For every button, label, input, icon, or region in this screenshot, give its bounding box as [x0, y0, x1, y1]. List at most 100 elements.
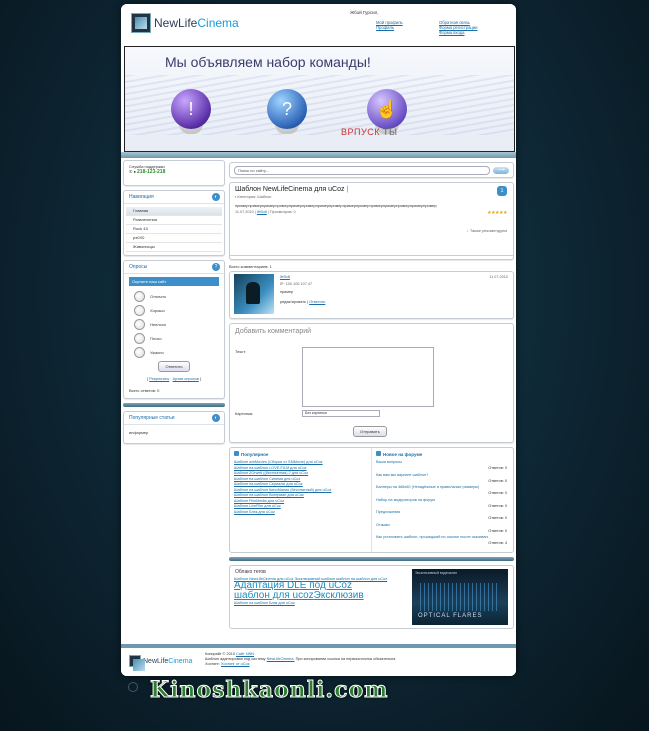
poll-box: Опросы? Оцените наш сайт Отлично Хорошо … — [123, 260, 225, 399]
poll-option[interactable]: Плохо — [124, 331, 224, 345]
search-input[interactable]: Поиск по сайту... — [234, 165, 491, 175]
search-arrow-icon[interactable]: ⟶ — [493, 166, 509, 174]
page-container: NewLifeCinema Жбой Гурсил, Мой профиль П… — [121, 4, 516, 676]
entry-author-link[interactable]: Жбой — [257, 210, 267, 214]
image-label: Картинка: — [235, 411, 254, 416]
watermark-text: Kinoshkaonli.com — [149, 677, 389, 704]
star-icon — [234, 451, 239, 456]
comment-reply-link[interactable]: Ответить — [309, 300, 325, 304]
submit-comment-button[interactable]: Отправить — [353, 426, 387, 437]
footer-logo[interactable]: NewLifeCinema — [129, 655, 192, 671]
support-box: Служба поддержки ✆ ● 218-123-218 — [123, 160, 225, 186]
tag-cloud-box: Облако тегов Шаблон NewLifeCinema для uC… — [229, 565, 514, 629]
promo-caption: Эксклюзивный видеоклип — [415, 571, 458, 575]
poll-archive-link[interactable]: Архив опросов — [173, 377, 199, 381]
footer: NewLifeCinema Копирайт © 2010 Сайт NNN Ш… — [121, 644, 516, 676]
hosting-link[interactable]: Хостинг от uCoz — [221, 662, 250, 666]
image-select[interactable]: Без картинки — [302, 410, 380, 417]
popular-articles-text: информер — [129, 430, 149, 435]
header-links-col2: Обратная связь Форма регистрации Форма в… — [439, 20, 477, 35]
poll-option[interactable]: Неплохо — [124, 317, 224, 331]
poll-results-link[interactable]: Результаты — [149, 377, 169, 381]
tag-link[interactable]: Шаблон на шаблон Блэк для uCoz — [234, 601, 412, 605]
popular-block: Популярное Шаблон winMovies (Сборка от S… — [230, 448, 372, 552]
login-link[interactable]: Форма входа — [439, 30, 477, 35]
entry-box: Шаблон NewLifeCinema для uCoz | ▪ Катего… — [229, 182, 514, 260]
forum-title: Новое на форуме — [376, 451, 509, 457]
avatar — [234, 274, 274, 314]
comment-item: Жбой IP: 100.100.107.47 пример редактиро… — [229, 271, 514, 319]
promo-title: OPTICAL FLARES — [418, 613, 483, 619]
tag-cloud: Шаблон NewLifeCinema для uCoz Эксклюзивн… — [234, 577, 412, 605]
promo-graphic — [420, 583, 500, 611]
comment-date: 11.07.2010 — [489, 275, 508, 279]
film-logo-icon — [129, 655, 145, 671]
comments-count-badge[interactable]: 1 — [497, 186, 507, 196]
footer-text: Копирайт © 2010 Сайт NNN Шаблон адаптиро… — [205, 652, 396, 666]
popular-title: Популярное — [234, 451, 367, 457]
poll-title: Опросы? — [124, 261, 224, 274]
banner-figure-question: ? — [261, 79, 321, 145]
popular-articles-title: Популярные статьи ◐ — [124, 412, 224, 425]
header-links-col1: Мой профиль Профиль — [376, 20, 403, 30]
list-item[interactable]: Шаблон Блэк для uCoz — [234, 510, 367, 516]
radio-icon[interactable] — [134, 318, 145, 330]
question-ball-icon: ? — [267, 89, 307, 129]
menu-item-entertainment[interactable]: Развлечения — [126, 216, 222, 225]
radio-icon[interactable] — [134, 290, 145, 302]
logo-text: NewLifeCinema — [154, 16, 239, 30]
header: NewLifeCinema Жбой Гурсил, Мой профиль П… — [121, 4, 516, 44]
navigation-box: Навигация ◐ Главная Развлечения Rock 4X р… — [123, 190, 225, 256]
poll-links: [ Результаты · Архив опросов ] — [147, 377, 201, 381]
list-item: Как вам мы вариант шаблон? Ответов: 0 — [376, 472, 507, 483]
banner-subtitle: ВРПУСК ТЫ — [341, 127, 398, 137]
copyright-link[interactable]: Сайт NNN — [236, 652, 254, 656]
list-item: Отзывы Ответов: 0 — [376, 522, 507, 533]
poll-option[interactable]: Ужасно — [124, 345, 224, 359]
menu-item-home[interactable]: Главная — [126, 207, 222, 216]
menu-item-reox[interactable]: рэ0Х0 — [126, 234, 222, 243]
poll-option[interactable]: Отлично — [124, 289, 224, 303]
entry-details: 11.07.2010 | Жбой | Просмотров: 0 — [235, 210, 296, 214]
list-item: Ваши вопросы Ответов: 0 — [376, 460, 507, 470]
poll-option[interactable]: Хорошо — [124, 303, 224, 317]
menu-item-painters[interactable]: Живописцы — [126, 243, 222, 252]
comment-text: пример — [280, 290, 294, 294]
menu-item-rock[interactable]: Rock 4X — [126, 225, 222, 234]
navigation-icon: ◐ — [212, 193, 220, 201]
recruitment-banner[interactable]: Мы объявляем набор команды! ! ? ☝ ВРПУСК… — [124, 46, 515, 152]
template-link[interactable]: NewLifeCinema. — [267, 657, 295, 661]
entry-text: примерпримерпримерпримерпримерпримерприм… — [235, 203, 437, 208]
entry-category: ▪ Категория: Шаблон — [235, 195, 272, 199]
tag-link[interactable]: Эксклюзив — [314, 590, 364, 601]
phone-icon: ✆ ● — [129, 169, 136, 174]
profile-link[interactable]: Профиль — [376, 25, 403, 30]
poll-total: Всего ответов: 0 — [129, 388, 160, 393]
entry-title[interactable]: Шаблон NewLifeCinema для uCoz | — [235, 186, 508, 193]
film-logo-icon — [131, 13, 151, 33]
left-sidebar: Служба поддержки ✆ ● 218-123-218 Навигац… — [123, 160, 225, 448]
sidebar-separator — [123, 403, 225, 407]
total-comments: Всего комментариев: 1 — [229, 264, 272, 269]
radio-icon[interactable] — [134, 332, 145, 344]
poll-question: Оцените наш сайт — [129, 277, 219, 286]
user-greeting: Жбой Гурсил, — [350, 10, 379, 15]
poll-submit-button[interactable]: Ответить — [158, 361, 190, 372]
banner-title: Мы объявляем набор команды! — [165, 54, 371, 70]
promo-banner[interactable]: Эксклюзивный видеоклип OPTICAL FLARES — [412, 569, 508, 625]
text-label: Текст: — [235, 349, 247, 354]
hand-ball-icon: ☝ — [367, 89, 407, 129]
recommend-toggle[interactable]: ↓ Также рекомендуем — [467, 228, 507, 233]
comment-author-link[interactable]: Жбой — [280, 275, 290, 279]
list-item: Как установить шаблон, прошедший по ссыл… — [376, 535, 507, 545]
list-item: Набор на модераторов на форум Ответов: 0 — [376, 497, 507, 508]
site-logo[interactable]: NewLifeCinema — [131, 12, 239, 34]
comment-edit-link[interactable]: редактировать | — [280, 300, 308, 304]
rating-stars[interactable]: ★★★★★ — [487, 210, 507, 216]
radio-icon[interactable] — [134, 346, 145, 358]
radio-icon[interactable] — [134, 304, 145, 316]
comment-actions: редактировать | Ответить — [280, 300, 325, 304]
tag-link[interactable]: шаблон для ucoz — [234, 590, 314, 601]
comment-textarea[interactable] — [302, 347, 434, 407]
list-item: Предложения Ответов: 0 — [376, 510, 507, 520]
